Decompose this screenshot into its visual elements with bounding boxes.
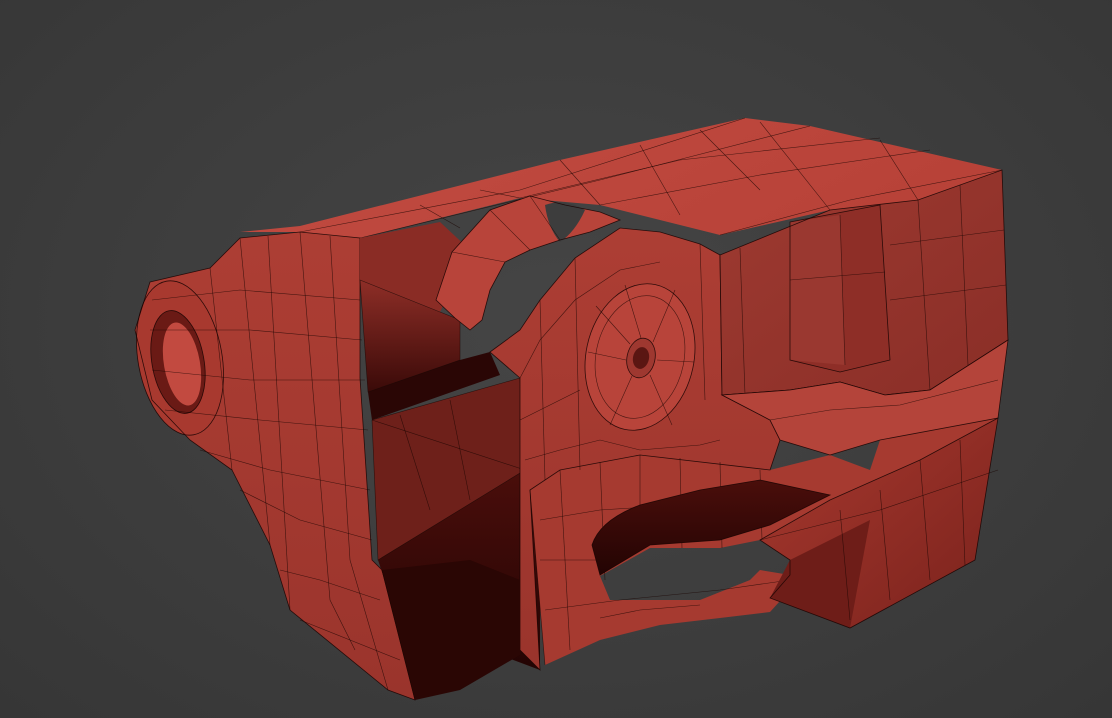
3d-viewport[interactable] xyxy=(0,0,1112,718)
mesh-model[interactable] xyxy=(0,0,1112,718)
